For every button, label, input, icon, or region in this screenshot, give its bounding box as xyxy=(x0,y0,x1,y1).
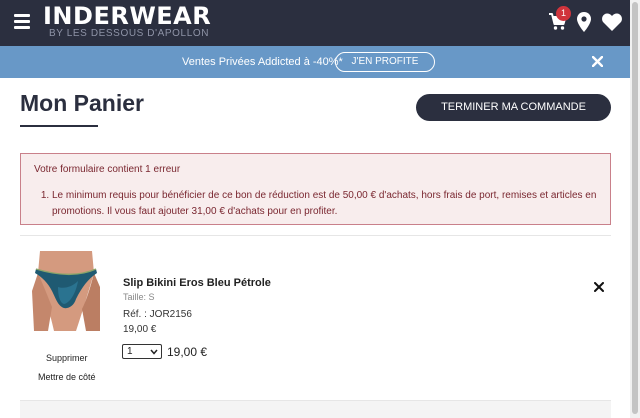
quantity-value: 1 xyxy=(127,346,133,357)
error-item: Le minimum requis pour bénéficier de ce … xyxy=(52,188,602,220)
scrollbar[interactable] xyxy=(630,0,640,418)
next-section-band xyxy=(20,400,611,418)
product-size: Taille: S xyxy=(123,292,155,302)
cart-count-badge: 1 xyxy=(556,6,571,21)
logo-main-text: INDERWEAR xyxy=(43,2,212,30)
product-ref: Réf. : JOR2156 xyxy=(123,309,192,320)
scrollbar-thumb[interactable] xyxy=(632,2,638,414)
close-icon[interactable] xyxy=(592,56,603,67)
product-unit-price: 19,00 € xyxy=(123,324,157,335)
error-list: Le minimum requis pour bénéficier de ce … xyxy=(52,188,602,220)
error-alert: Votre formulaire contient 1 erreur Le mi… xyxy=(20,153,611,225)
logo-sub-text: BY LES DESSOUS D'APOLLON xyxy=(49,28,210,39)
site-logo[interactable]: INDERWEAR BY LES DESSOUS D'APOLLON xyxy=(43,4,211,39)
product-name[interactable]: Slip Bikini Eros Bleu Pétrole xyxy=(123,277,271,289)
site-header: INDERWEAR BY LES DESSOUS D'APOLLON 1 xyxy=(0,0,640,46)
quantity-select[interactable]: 1 xyxy=(122,344,162,359)
map-pin-icon[interactable] xyxy=(577,12,591,32)
checkout-button[interactable]: TERMINER MA COMMANDE xyxy=(416,94,611,121)
save-for-later-link[interactable]: Mettre de côté xyxy=(38,372,96,382)
page-title: Mon Panier xyxy=(20,90,144,116)
remove-item-icon[interactable] xyxy=(594,282,604,292)
product-image[interactable] xyxy=(30,251,102,331)
promo-cta-button[interactable]: J'EN PROFITE xyxy=(335,52,435,72)
hamburger-icon[interactable] xyxy=(14,14,30,30)
delete-item-link[interactable]: Supprimer xyxy=(46,353,88,363)
title-underline xyxy=(20,125,98,127)
line-total-price: 19,00 € xyxy=(167,345,208,359)
divider xyxy=(20,235,611,236)
chevron-down-icon xyxy=(150,349,158,355)
heart-icon[interactable] xyxy=(602,13,622,31)
promo-text: Ventes Privées Addicted à -40%* xyxy=(182,56,343,68)
promo-banner: Ventes Privées Addicted à -40%* J'EN PRO… xyxy=(0,46,640,78)
error-title: Votre formulaire contient 1 erreur xyxy=(34,164,181,175)
